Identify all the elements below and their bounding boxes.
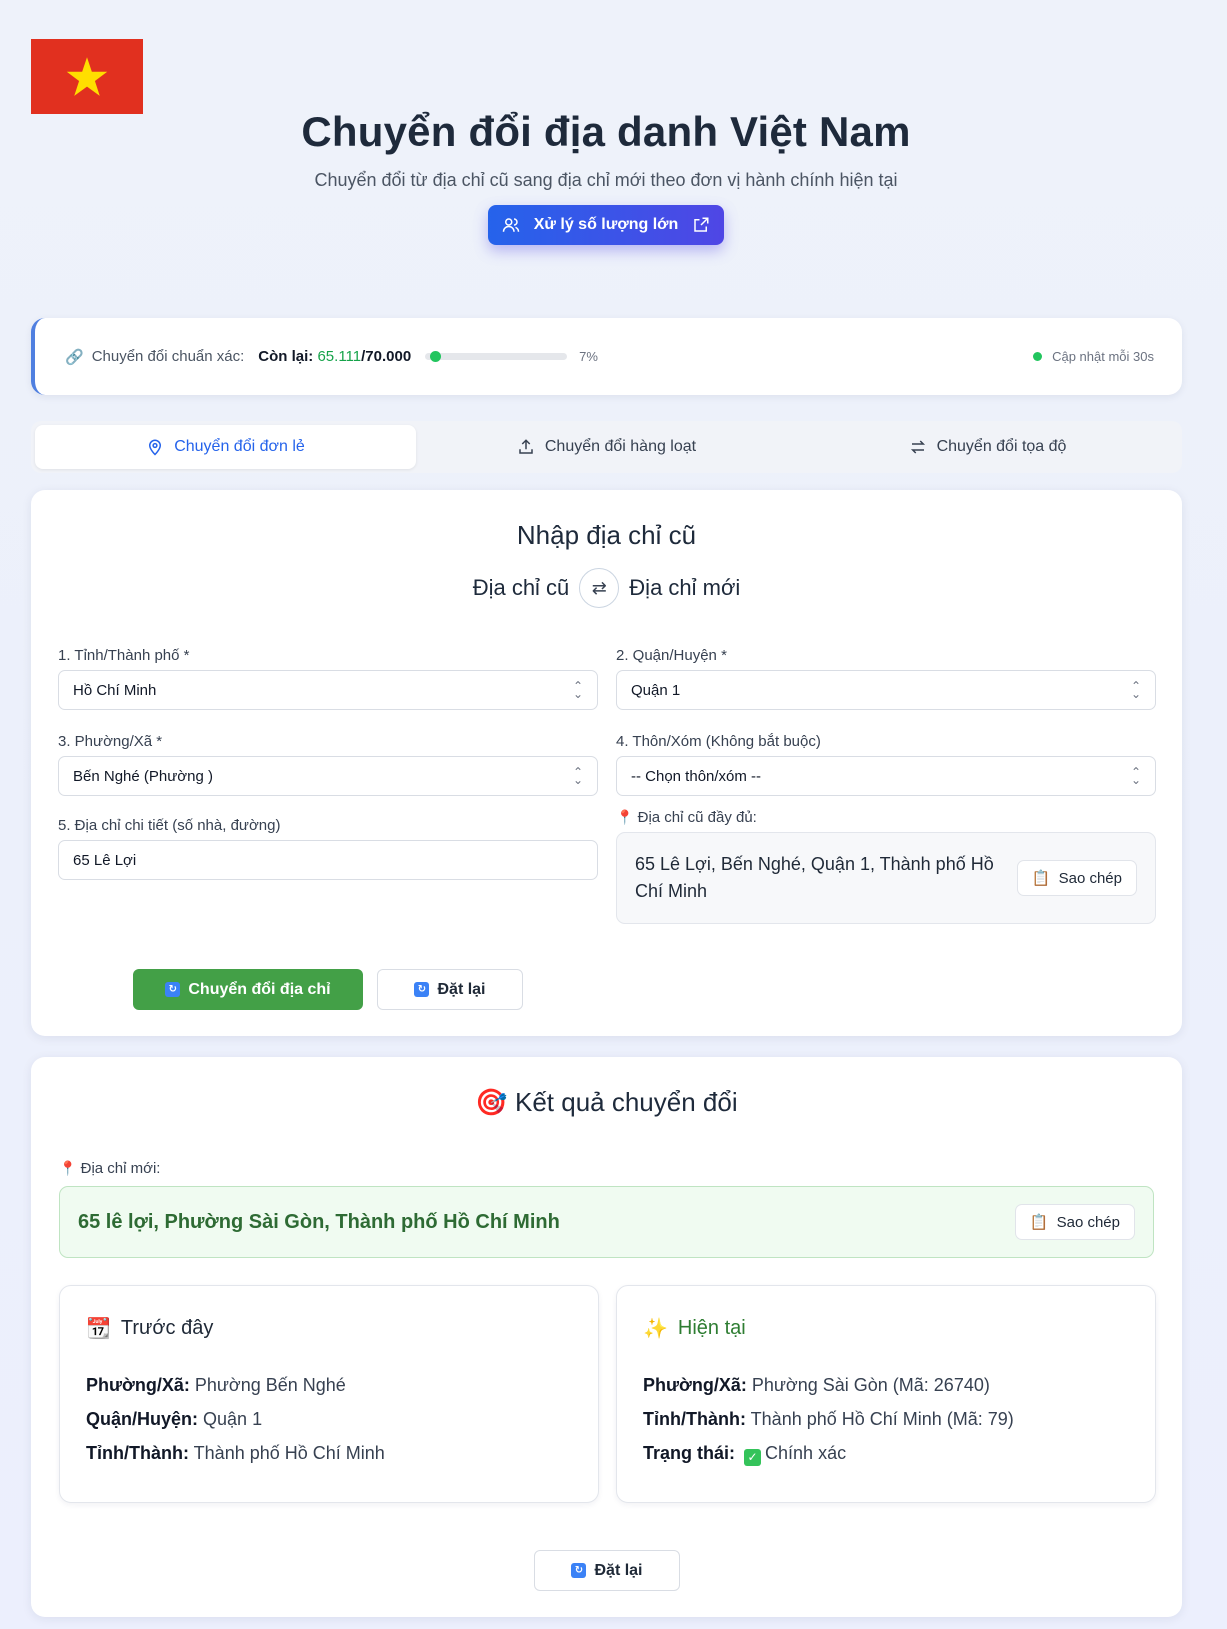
tab-batch[interactable]: Chuyển đổi hàng loạt	[416, 425, 797, 469]
calendar-icon: 📆	[86, 1318, 111, 1340]
hamlet-field: 4. Thôn/Xóm (Không bắt buộc) -- Chọn thô…	[616, 733, 1156, 796]
input-card-title: Nhập địa chỉ cũ	[516, 520, 697, 550]
vietnam-flag-logo	[31, 39, 143, 114]
refresh-icon: ↻	[414, 982, 430, 997]
result-card: 🎯 Kết quả chuyển đổi 📍 Địa chỉ mới: 65 l…	[31, 1057, 1182, 1617]
map-pin-icon	[149, 439, 162, 456]
check-icon: ✓	[744, 1448, 762, 1466]
reset-form-button[interactable]: ↻ Đặt lại	[377, 969, 523, 1010]
hero: Chuyển đổi địa danh Việt Nam Chuyển đổi …	[0, 108, 1212, 245]
swap-direction-button[interactable]: ⇄	[579, 568, 620, 608]
before-district: Quận/Huyện: Quận 1	[86, 1409, 263, 1429]
before-heading: 📆 Trước đây	[86, 1317, 214, 1340]
province-field: 1. Tỉnh/Thành phố * Hồ Chí Minh ⌃ ⌄	[58, 647, 598, 710]
current-heading: ✨ Hiện tại	[643, 1317, 746, 1340]
chevron-updown-icon: ⌃ ⌄	[572, 679, 583, 701]
current-ward: Phường/Xã: Phường Sài Gòn (Mã: 26740)	[643, 1375, 990, 1395]
detail-field: 5. Địa chỉ chi tiết (số nhà, đường) 65 L…	[58, 817, 598, 880]
before-ward: Phường/Xã: Phường Bến Nghé	[86, 1375, 346, 1395]
pin-icon: 📍	[59, 1160, 77, 1176]
province-select[interactable]: Hồ Chí Minh ⌃ ⌄	[58, 670, 598, 710]
input-card: Nhập địa chỉ cũ Địa chỉ cũ ⇄ Địa chỉ mới…	[31, 490, 1182, 1036]
upload-icon	[519, 439, 533, 454]
district-field: 2. Quận/Huyện * Quận 1 ⌃ ⌄	[616, 647, 1156, 710]
link-icon: 🔗	[65, 348, 84, 366]
chevron-updown-icon: ⌃ ⌄	[1130, 765, 1141, 787]
result-card-title: 🎯 Kết quả chuyển đổi	[475, 1087, 738, 1117]
swap-icon: ⇄	[591, 577, 607, 598]
new-address-box: 65 lê lợi, Phường Sài Gòn, Thành phố Hồ …	[59, 1186, 1154, 1258]
users-icon	[502, 218, 519, 232]
mode-tabs: Chuyển đổi đơn lẻ Chuyển đổi hàng loạt C…	[31, 421, 1182, 473]
quota-remaining: Còn lại: 65.111/70.000	[258, 348, 412, 365]
new-address-label: 📍 Địa chỉ mới:	[59, 1160, 161, 1177]
current-province: Tỉnh/Thành: Thành phố Hồ Chí Minh (Mã: 7…	[643, 1409, 1014, 1429]
quota-percent: 7%	[579, 349, 598, 364]
copy-old-address-button[interactable]: 📋 Sao chép	[1016, 860, 1137, 896]
tab-single[interactable]: Chuyển đổi đơn lẻ	[35, 425, 416, 469]
before-province: Tỉnh/Thành: Thành phố Hồ Chí Minh	[86, 1443, 385, 1463]
pin-icon: 📍	[616, 809, 634, 825]
clipboard-icon: 📋	[1029, 1214, 1049, 1231]
quota-bar: 🔗 Chuyển đổi chuẩn xác: Còn lại: 65.111/…	[31, 318, 1182, 395]
detail-input[interactable]: 65 Lê Lợi	[58, 840, 598, 880]
external-link-icon	[694, 217, 709, 232]
district-select[interactable]: Quận 1 ⌃ ⌄	[616, 670, 1156, 710]
quota-label: Chuyển đổi chuẩn xác:	[91, 348, 245, 365]
copy-new-address-button[interactable]: 📋 Sao chép	[1014, 1204, 1135, 1240]
clipboard-icon: 📋	[1031, 870, 1051, 887]
bulk-process-button[interactable]: Xử lý số lượng lớn	[487, 205, 725, 245]
ward-select[interactable]: Bến Nghé (Phường ) ⌃ ⌄	[58, 756, 598, 796]
page-title: Chuyển đổi địa danh Việt Nam	[301, 108, 911, 155]
quota-progress	[425, 351, 568, 362]
tab-coordinates[interactable]: Chuyển đổi tọa độ	[797, 425, 1178, 469]
ward-field: 3. Phường/Xã * Bến Nghé (Phường ) ⌃ ⌄	[58, 733, 598, 796]
target-icon: 🎯	[475, 1087, 508, 1117]
direction-row: Địa chỉ cũ ⇄ Địa chỉ mới	[31, 568, 1182, 608]
new-address-text: 65 lê lợi, Phường Sài Gòn, Thành phố Hồ …	[78, 1210, 560, 1233]
current-status: Trạng thái: ✓ Chính xác	[643, 1443, 847, 1466]
hamlet-select[interactable]: -- Chọn thôn/xóm -- ⌃ ⌄	[616, 756, 1156, 796]
chevron-updown-icon: ⌃ ⌄	[572, 765, 583, 787]
live-dot-icon	[1033, 352, 1043, 361]
full-old-address-text: 65 Lê Lợi, Bến Nghé, Quận 1, Thành phố H…	[635, 854, 994, 901]
bulk-process-label: Xử lý số lượng lớn	[533, 216, 679, 233]
star-icon	[66, 56, 108, 96]
page-subtitle: Chuyển đổi từ địa chỉ cũ sang địa chỉ mớ…	[314, 170, 898, 190]
sparkles-icon: ✨	[643, 1318, 668, 1340]
full-old-address-box: 65 Lê Lợi, Bến Nghé, Quận 1, Thành phố H…	[616, 832, 1156, 924]
before-panel: 📆 Trước đây Phường/Xã: Phường Bến Nghé Qu…	[59, 1285, 599, 1503]
chevron-updown-icon: ⌃ ⌄	[1130, 679, 1141, 701]
swap-icon	[910, 440, 925, 454]
update-status: Cập nhật mỗi 30s	[1033, 349, 1154, 364]
refresh-icon: ↻	[571, 1563, 587, 1578]
refresh-icon: ↻	[165, 982, 181, 997]
full-old-address: 📍 Địa chỉ cũ đầy đủ: 65 Lê Lợi, Bến Nghé…	[616, 809, 1156, 924]
convert-button[interactable]: ↻ Chuyển đổi địa chỉ	[133, 969, 363, 1010]
current-panel: ✨ Hiện tại Phường/Xã: Phường Sài Gòn (Mã:…	[616, 1285, 1156, 1503]
reset-result-button[interactable]: ↻ Đặt lại	[534, 1550, 680, 1591]
